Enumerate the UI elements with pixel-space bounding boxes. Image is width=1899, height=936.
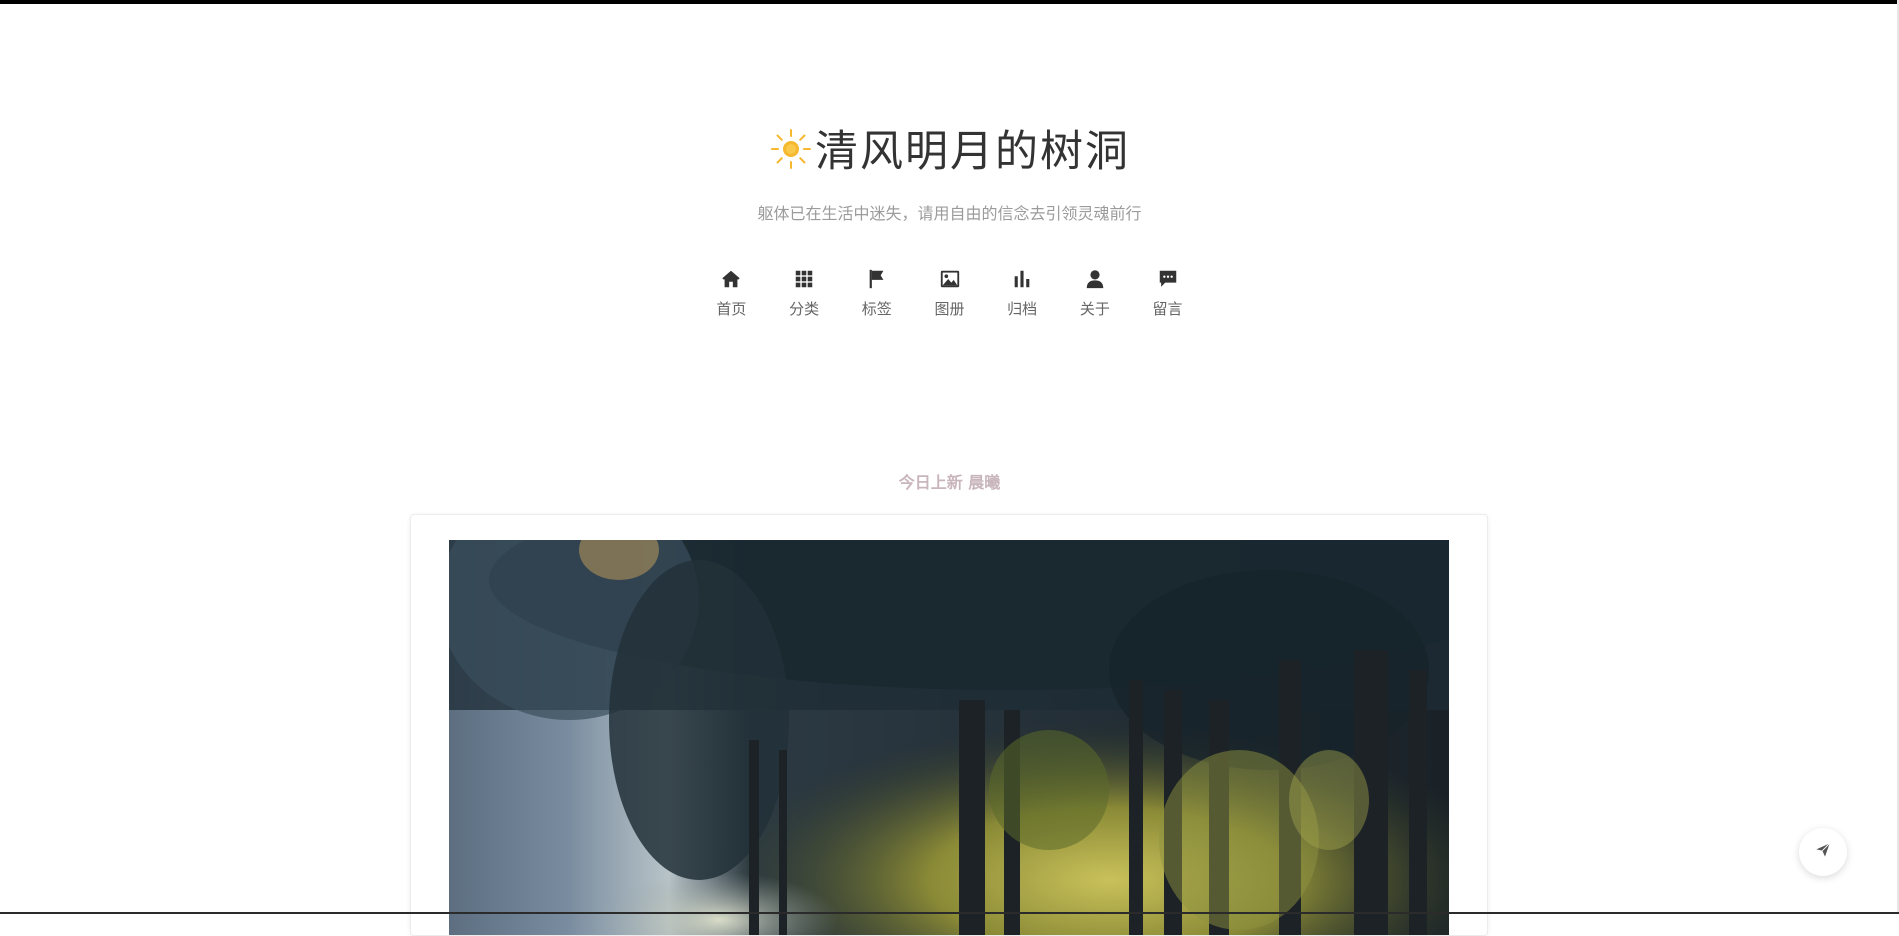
nav-label: 首页: [716, 300, 747, 318]
main-nav: 首页 分类 标签 图册 归档 关于 留言: [0, 268, 1899, 318]
nav-label: 留言: [1152, 300, 1183, 318]
send-button[interactable]: [1799, 828, 1847, 876]
today-label[interactable]: 今日上新 晨曦: [0, 469, 1899, 493]
nav-label: 分类: [789, 300, 820, 318]
nav-label: 归档: [1007, 300, 1038, 318]
sun-icon: [769, 127, 813, 171]
grid-icon: [793, 268, 815, 290]
nav-label: 标签: [861, 300, 892, 318]
brand[interactable]: 清风明月的树洞: [0, 122, 1899, 182]
forest-road-photo[interactable]: [449, 540, 1449, 935]
nav-item-guestbook[interactable]: 留言: [1131, 268, 1204, 318]
nav-label: 关于: [1079, 300, 1110, 318]
nav-item-gallery[interactable]: 图册: [913, 268, 986, 318]
message-icon: [1157, 268, 1179, 290]
nav-item-categories[interactable]: 分类: [768, 268, 841, 318]
site-subtitle: 躯体已在生活中迷失，请用自由的信念去引领灵魂前行: [757, 204, 1142, 223]
site-title[interactable]: 清风明月的树洞: [815, 122, 1130, 182]
image-icon: [939, 268, 961, 290]
nav-item-archive[interactable]: 归档: [986, 268, 1059, 318]
nav-item-tags[interactable]: 标签: [840, 268, 913, 318]
nav-item-about[interactable]: 关于: [1059, 268, 1132, 318]
home-icon: [720, 268, 742, 290]
paper-plane-icon: [1815, 842, 1831, 862]
top-border: [0, 0, 1899, 4]
flag-icon: [866, 268, 888, 290]
bar-chart-icon: [1011, 268, 1033, 290]
post-card[interactable]: [410, 514, 1488, 936]
nav-label: 图册: [934, 300, 965, 318]
nav-item-home[interactable]: 首页: [695, 268, 768, 318]
user-icon: [1084, 268, 1106, 290]
